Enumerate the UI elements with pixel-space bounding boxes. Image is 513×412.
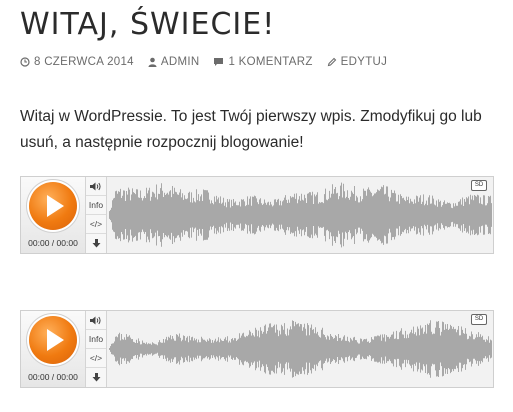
play-icon xyxy=(47,329,64,351)
download-icon xyxy=(92,373,100,382)
post-comments-label: 1 KOMENTARZ xyxy=(228,56,313,68)
time-display: 00:00 / 00:00 xyxy=(28,238,78,248)
post-author-label: ADMIN xyxy=(160,56,200,68)
download-button[interactable] xyxy=(86,234,106,253)
play-icon xyxy=(47,195,64,217)
clock-icon xyxy=(20,57,30,67)
comment-icon xyxy=(214,58,224,66)
player-side-buttons: Info </> xyxy=(86,311,107,387)
post-edit-link[interactable]: EDYTUJ xyxy=(327,56,388,68)
embed-button[interactable]: </> xyxy=(86,349,106,368)
waveform[interactable] xyxy=(108,313,492,385)
waveform[interactable] xyxy=(108,179,492,251)
audio-player: 00:00 / 00:00 Info </> SD xyxy=(20,310,494,388)
play-button[interactable] xyxy=(29,316,77,364)
download-button[interactable] xyxy=(86,368,106,387)
post-meta: 8 CZERWCA 2014 ADMIN 1 KOMENTARZ EDYTUJ xyxy=(20,56,387,68)
player-side-buttons: Info </> xyxy=(86,177,107,253)
quality-toggle-button[interactable]: SD xyxy=(471,314,487,325)
post-edit-label: EDYTUJ xyxy=(340,56,388,68)
waveform-bars xyxy=(109,320,492,378)
time-display: 00:00 / 00:00 xyxy=(28,372,78,382)
post-date[interactable]: 8 CZERWCA 2014 xyxy=(20,56,134,68)
post-content: Witaj w WordPressie. To jest Twój pierws… xyxy=(20,108,482,151)
volume-icon xyxy=(90,316,101,324)
volume-button[interactable] xyxy=(86,177,106,196)
download-icon xyxy=(92,239,100,248)
info-button[interactable]: Info xyxy=(86,330,106,349)
post-date-label: 8 CZERWCA 2014 xyxy=(34,56,134,68)
play-button[interactable] xyxy=(29,182,77,230)
info-button[interactable]: Info xyxy=(86,196,106,215)
user-icon xyxy=(148,57,157,67)
post-comments-link[interactable]: 1 KOMENTARZ xyxy=(213,56,312,68)
player-controls: 00:00 / 00:00 xyxy=(21,177,86,253)
quality-toggle-button[interactable]: SD xyxy=(471,180,487,191)
player-controls: 00:00 / 00:00 xyxy=(21,311,86,387)
embed-button[interactable]: </> xyxy=(86,215,106,234)
pencil-icon xyxy=(327,57,336,67)
post-author[interactable]: ADMIN xyxy=(148,56,200,68)
post-title[interactable]: WITAJ, ŚWIECIE! xyxy=(20,6,275,44)
volume-button[interactable] xyxy=(86,311,106,330)
volume-icon xyxy=(90,182,101,190)
audio-player: 00:00 / 00:00 Info </> SD xyxy=(20,176,494,254)
waveform-bars xyxy=(109,182,492,248)
